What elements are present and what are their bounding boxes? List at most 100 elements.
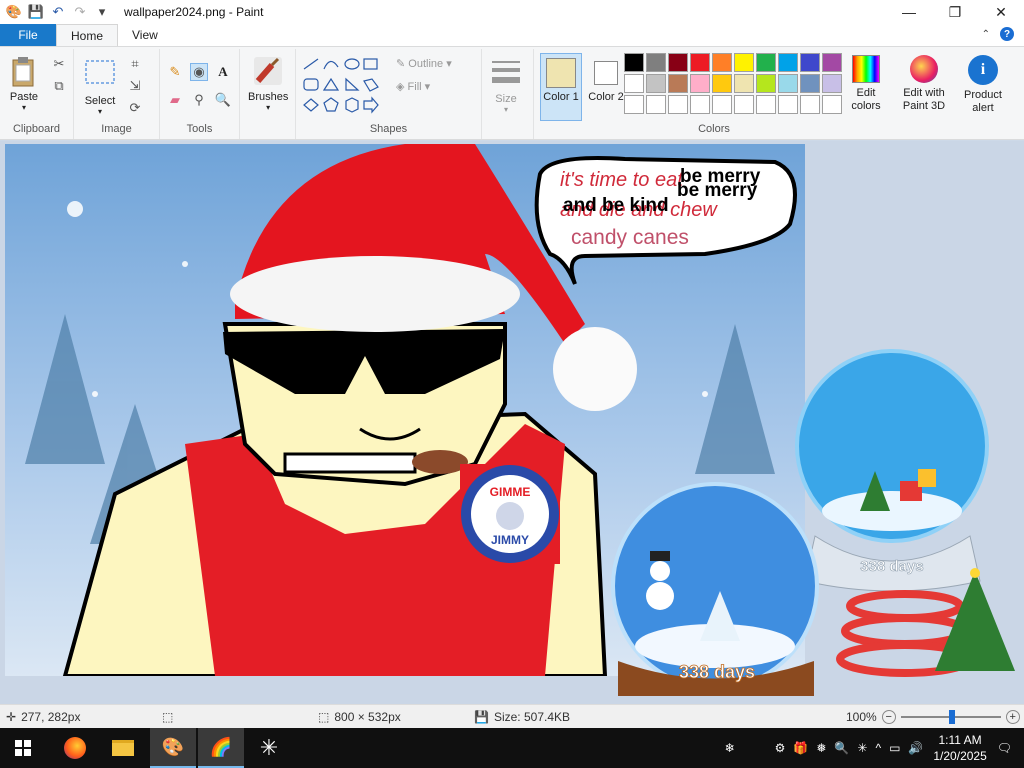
brushes-button[interactable]: Brushes ▾ xyxy=(248,55,288,112)
save-icon[interactable]: 💾 xyxy=(28,4,44,20)
palette-swatch[interactable] xyxy=(690,53,710,72)
tray-app-icon-2[interactable]: 🎁 xyxy=(793,741,808,755)
select-button[interactable]: Select ▾ xyxy=(84,59,116,116)
palette-swatch[interactable] xyxy=(778,53,798,72)
volume-icon[interactable]: 🔊 xyxy=(908,741,923,755)
tray-app-icon-5[interactable]: ✳ xyxy=(857,741,867,755)
firefox-taskbar-button[interactable] xyxy=(52,728,98,768)
info-icon: i xyxy=(968,55,998,85)
rotate-icon[interactable]: ⟳ xyxy=(126,99,144,117)
fill-bucket-icon[interactable]: ◉ xyxy=(190,63,208,81)
tray-app-icon-4[interactable]: 🔍 xyxy=(834,741,849,755)
palette-swatch[interactable] xyxy=(800,53,820,72)
tray-app-icon-3[interactable]: ❅ xyxy=(816,741,826,755)
badge-top-text: GIMME xyxy=(490,485,531,499)
palette-swatch[interactable] xyxy=(690,95,710,114)
tab-file[interactable]: File xyxy=(0,24,56,46)
edit-paint3d-button[interactable]: Edit with Paint 3D xyxy=(896,55,952,113)
crop-icon[interactable]: ⌗ xyxy=(126,55,144,73)
color-picker-icon[interactable]: ⚲ xyxy=(190,91,208,109)
size-group[interactable]: Size ▾ xyxy=(482,49,534,139)
paint3d-taskbar-button[interactable]: 🌈 xyxy=(198,728,244,768)
palette-swatch[interactable] xyxy=(822,53,842,72)
palette-swatch[interactable] xyxy=(822,74,842,93)
palette-swatch[interactable] xyxy=(668,53,688,72)
undo-icon[interactable]: ↶ xyxy=(50,4,66,20)
tray-app-icon-1[interactable]: ⚙ xyxy=(775,741,786,755)
palette-swatch[interactable] xyxy=(756,53,776,72)
palette-swatch[interactable] xyxy=(646,53,666,72)
eraser-icon[interactable]: ▰ xyxy=(166,91,184,109)
zoom-out-icon[interactable]: − xyxy=(881,709,896,724)
palette-swatch[interactable] xyxy=(822,95,842,114)
color1-button[interactable]: Color 1 xyxy=(540,53,582,121)
color1-label: Color 1 xyxy=(543,91,579,103)
size-button[interactable]: Size ▾ xyxy=(490,57,522,114)
ribbon: Paste ▾ ✂ ⧉ Clipboard Select ▾ ⌗ ⇲ ⟳ Ima… xyxy=(0,46,1024,140)
image-dimensions-icon: ⬚ xyxy=(318,709,330,724)
zoom-slider-thumb[interactable] xyxy=(948,709,955,724)
product-alert-button[interactable]: i Product alert xyxy=(958,55,1008,115)
pencil-icon[interactable]: ✎ xyxy=(166,63,184,81)
edit-colors-button[interactable]: Edit colors xyxy=(844,55,888,113)
palette-swatch[interactable] xyxy=(624,74,644,93)
palette-swatch[interactable] xyxy=(646,95,666,114)
palette-swatch[interactable] xyxy=(712,95,732,114)
minimize-button[interactable]: — xyxy=(886,0,932,24)
show-hidden-icons-icon[interactable]: ^ xyxy=(875,741,881,755)
file-explorer-taskbar-button[interactable] xyxy=(100,728,146,768)
color2-button[interactable]: Color 2 xyxy=(586,53,626,103)
collapse-ribbon-icon[interactable]: ⌃ xyxy=(982,29,990,40)
window-title: wallpaper2024.png - Paint xyxy=(124,5,264,19)
palette-swatch[interactable] xyxy=(624,95,644,114)
palette-swatch[interactable] xyxy=(712,74,732,93)
canvas-workspace[interactable]: GIMME JIMMY it's time to eat and die and… xyxy=(0,141,1024,704)
snow-app-taskbar-button[interactable]: ✳ xyxy=(246,728,292,768)
brushes-group[interactable]: Brushes ▾ xyxy=(240,49,296,139)
palette-swatch[interactable] xyxy=(668,74,688,93)
palette-swatch[interactable] xyxy=(778,74,798,93)
palette-swatch[interactable] xyxy=(756,74,776,93)
cut-icon[interactable]: ✂ xyxy=(50,55,68,73)
palette-swatch[interactable] xyxy=(756,95,776,114)
paste-label: Paste xyxy=(9,91,39,103)
zoom-slider[interactable] xyxy=(900,709,1001,724)
palette-swatch[interactable] xyxy=(800,74,820,93)
palette-swatch[interactable] xyxy=(712,53,732,72)
customize-qat-icon[interactable]: ▾ xyxy=(94,4,110,20)
resize-icon[interactable]: ⇲ xyxy=(126,77,144,95)
start-button[interactable] xyxy=(0,728,46,768)
zoom-in-icon[interactable]: + xyxy=(1005,709,1020,724)
palette-swatch[interactable] xyxy=(646,74,666,93)
paste-button[interactable]: Paste ▾ xyxy=(8,55,40,112)
palette-swatch[interactable] xyxy=(778,95,798,114)
network-icon[interactable]: ▭ xyxy=(889,741,900,755)
magnifier-icon[interactable]: 🔍 xyxy=(214,91,232,109)
selection-size-icon: ⬚ xyxy=(162,709,174,724)
paint-app-icon[interactable]: 🎨 xyxy=(6,4,22,20)
palette-swatch[interactable] xyxy=(624,53,644,72)
help-icon[interactable]: ? xyxy=(1000,27,1014,41)
maximize-button[interactable]: ❐ xyxy=(932,0,978,24)
palette-swatch[interactable] xyxy=(800,95,820,114)
tab-home[interactable]: Home xyxy=(56,24,119,46)
outline-button[interactable]: ✎ Outline ▾ xyxy=(396,57,452,70)
paint-taskbar-button[interactable]: 🎨 xyxy=(150,728,196,768)
copy-icon[interactable]: ⧉ xyxy=(50,77,68,95)
text-tool-icon[interactable]: A xyxy=(214,63,232,81)
fill-button[interactable]: ◈ Fill ▾ xyxy=(396,80,452,93)
ribbon-tabs: File Home View ⌃ ? xyxy=(0,24,1024,46)
system-clock[interactable]: 1:11 AM 1/20/2025 xyxy=(933,732,986,764)
palette-swatch[interactable] xyxy=(690,74,710,93)
palette-swatch[interactable] xyxy=(668,95,688,114)
palette-swatch[interactable] xyxy=(734,53,754,72)
tab-view[interactable]: View xyxy=(118,24,172,46)
close-button[interactable]: ✕ xyxy=(978,0,1024,24)
fill-icon: ◈ xyxy=(396,81,405,93)
notifications-icon[interactable]: 🗨 xyxy=(997,741,1012,755)
redo-icon[interactable]: ↷ xyxy=(72,4,88,20)
shapes-gallery[interactable] xyxy=(302,57,394,117)
palette-swatch[interactable] xyxy=(734,74,754,93)
tray-snowflake-icon[interactable]: ❄ xyxy=(725,741,735,755)
palette-swatch[interactable] xyxy=(734,95,754,114)
